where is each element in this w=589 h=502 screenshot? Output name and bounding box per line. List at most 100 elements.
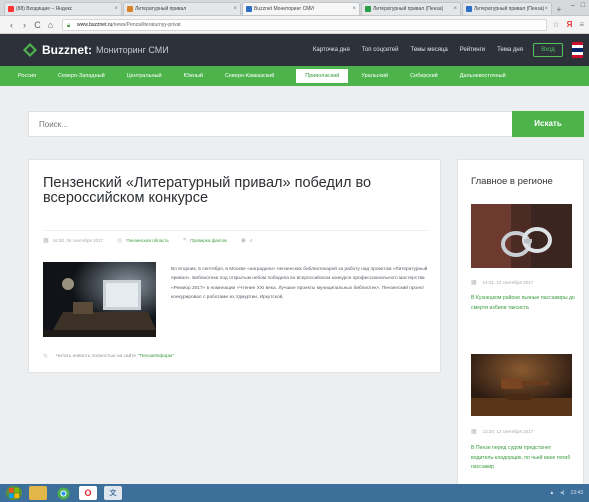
- browser-tab[interactable]: Литературный привал ×: [123, 2, 241, 15]
- reload-button[interactable]: C: [31, 20, 44, 30]
- tag-icon: ⌖: [182, 236, 187, 243]
- minimize-icon[interactable]: –: [571, 2, 575, 9]
- sidebar-item-time: ▦ 13:20, 12 сентября 2017: [471, 428, 533, 435]
- source-link[interactable]: "ПензаИнформ": [138, 354, 174, 359]
- calendar-icon: ▦: [471, 280, 477, 286]
- start-button[interactable]: [6, 486, 22, 500]
- yandex-icon[interactable]: Я: [567, 20, 573, 29]
- tab-close-icon[interactable]: ×: [114, 6, 118, 12]
- article-title[interactable]: Пензенский «Литературный привал» победил…: [43, 176, 423, 206]
- home-button[interactable]: ⌂: [44, 20, 57, 30]
- tab-favicon-icon: [466, 6, 472, 12]
- sidebar-item-image[interactable]: [471, 354, 572, 416]
- tab-title: Литературный привал: [135, 6, 187, 12]
- forward-button[interactable]: ›: [18, 20, 31, 30]
- calendar-icon: ▦: [471, 429, 477, 435]
- region-tab-northwest[interactable]: Северо-Западный: [58, 73, 105, 79]
- logo-icon[interactable]: [23, 43, 37, 57]
- tab-favicon-icon: [365, 6, 371, 12]
- sidebar-item-link[interactable]: В Пензе перед судом предстанет водитель-…: [471, 444, 576, 473]
- region-tab-volga[interactable]: Приволжский: [296, 69, 349, 83]
- article-source: ✎ Читать новость полностью на сайте "Пен…: [43, 353, 174, 360]
- browser-tab[interactable]: Литературный привал (Пенза) ×: [462, 2, 552, 15]
- browser-tabstrip: (88) Входящие – Яндекс × Литературный при…: [0, 0, 589, 16]
- tab-title: Buzznet Мониторинг СМИ: [254, 6, 314, 12]
- tab-title: Литературный привал (Пенза): [474, 6, 545, 12]
- tab-close-icon[interactable]: ×: [233, 6, 237, 12]
- url-path: /news/Penza/literaturnyy-privat: [112, 21, 181, 28]
- browser-tab[interactable]: (88) Входящие – Яндекс ×: [4, 2, 122, 15]
- sidebar-region-highlights: Главное в регионе ▦ 14:01, 12 сентября 20…: [457, 159, 584, 502]
- back-button[interactable]: ‹: [5, 20, 18, 30]
- article-card: Пензенский «Литературный привал» победил…: [28, 159, 441, 373]
- topnav-item[interactable]: Темы месяца: [410, 47, 447, 53]
- top-nav: Карточка дня Топ соцсетей Темы месяца Ре…: [313, 47, 523, 53]
- article-views: 4: [250, 237, 253, 243]
- logo-name[interactable]: Buzznet:: [42, 43, 92, 57]
- system-tray: ▲ ◂) 13:43: [549, 490, 589, 496]
- tab-close-icon[interactable]: ×: [352, 6, 356, 12]
- toolbar-icons: ☆ Я ≡: [552, 20, 584, 29]
- topnav-item[interactable]: Карточка дня: [313, 47, 350, 53]
- browser-toolbar: ‹ › C ⌂ 🔒︎ www.buzznet.ru/news/Penza/lit…: [0, 16, 589, 34]
- uk-flag-icon[interactable]: [572, 42, 583, 59]
- site-header: Buzznet: Мониторинг СМИ Карточка дня Топ…: [0, 34, 589, 66]
- tab-title: (88) Входящие – Яндекс: [16, 6, 73, 12]
- sidebar-title: Главное в регионе: [471, 176, 553, 187]
- region-tab-south[interactable]: Южный: [184, 73, 203, 79]
- region-tab-siberia[interactable]: Сибирский: [410, 73, 438, 79]
- article-image[interactable]: [43, 262, 156, 337]
- article-meta: ▦ 16:30, 06 сентября 2017 ◎ Пензенская о…: [43, 230, 428, 244]
- login-button[interactable]: Вход: [533, 43, 563, 57]
- sidebar-item-date: 13:20, 12 сентября 2017: [482, 429, 534, 434]
- folder-taskbar-icon[interactable]: [29, 486, 47, 500]
- article-excerpt: Во вторник, 5 сентября, в Москве «наград…: [171, 267, 428, 301]
- topnav-item[interactable]: Топ соцсетей: [362, 47, 399, 53]
- article-category-link[interactable]: Проверка фактов: [190, 238, 227, 243]
- search-bar: Искать: [28, 111, 584, 137]
- location-icon: ◎: [117, 237, 123, 244]
- topnav-item[interactable]: Тема дня: [497, 47, 523, 53]
- browser-tab-active[interactable]: Buzznet Мониторинг СМИ ×: [242, 2, 360, 15]
- browser-tab[interactable]: Литературный привал (Пенза) ×: [361, 2, 461, 15]
- new-tab-button[interactable]: +: [553, 5, 565, 15]
- source-prefix: Читать новость полностью на сайте: [56, 354, 137, 359]
- tab-favicon-icon: [8, 6, 14, 12]
- region-tab-russia[interactable]: Россия: [18, 73, 36, 79]
- menu-icon[interactable]: ≡: [579, 20, 584, 29]
- search-input[interactable]: [29, 112, 499, 136]
- url-domain: www.buzznet.ru: [77, 21, 113, 28]
- clock[interactable]: 13:43: [570, 490, 583, 496]
- maximize-icon[interactable]: □: [581, 2, 585, 9]
- tab-close-icon[interactable]: ×: [544, 6, 548, 12]
- opera-taskbar-icon[interactable]: O: [79, 486, 97, 500]
- region-tab-ural[interactable]: Уральский: [361, 73, 388, 79]
- calendar-icon: ▦: [43, 237, 49, 244]
- sidebar-item-date: 14:01, 12 сентября 2017: [482, 280, 534, 285]
- tab-close-icon[interactable]: ×: [453, 6, 457, 12]
- app-taskbar-icon[interactable]: 文: [104, 486, 122, 500]
- logo-subtitle: Мониторинг СМИ: [96, 45, 169, 55]
- sidebar-item-link[interactable]: В Кузнецком районе пьяные пассажиры до с…: [471, 294, 576, 313]
- pencil-icon: ✎: [43, 354, 49, 360]
- topnav-item[interactable]: Рейтинги: [460, 47, 485, 53]
- window-controls: – □: [571, 2, 585, 9]
- region-tab-far-east[interactable]: Дальневосточный: [460, 73, 506, 79]
- tab-title: Литературный привал (Пенза): [373, 6, 444, 12]
- regions-nav: Россия Северо-Западный Центральный Южный…: [0, 66, 589, 86]
- region-tab-central[interactable]: Центральный: [127, 73, 162, 79]
- search-button[interactable]: Искать: [512, 111, 584, 137]
- bookmark-icon[interactable]: ☆: [552, 20, 559, 29]
- network-icon[interactable]: ▲: [549, 490, 554, 496]
- os-taskbar: O 文 ▲ ◂) 13:43: [0, 484, 589, 502]
- lock-icon: 🔒︎: [67, 22, 71, 29]
- region-tab-north-caucasus[interactable]: Северо-Кавказский: [225, 73, 274, 79]
- address-bar[interactable]: 🔒︎ www.buzznet.ru/news/Penza/literaturny…: [62, 18, 548, 31]
- chrome-taskbar-icon[interactable]: [54, 486, 72, 500]
- tab-favicon-icon: [246, 6, 252, 12]
- volume-icon[interactable]: ◂): [560, 490, 564, 496]
- article-region-link[interactable]: Пензенская область: [126, 238, 168, 243]
- sidebar-item-image[interactable]: [471, 204, 572, 268]
- tab-favicon-icon: [127, 6, 133, 12]
- sidebar-item-time: ▦ 14:01, 12 сентября 2017: [471, 279, 533, 286]
